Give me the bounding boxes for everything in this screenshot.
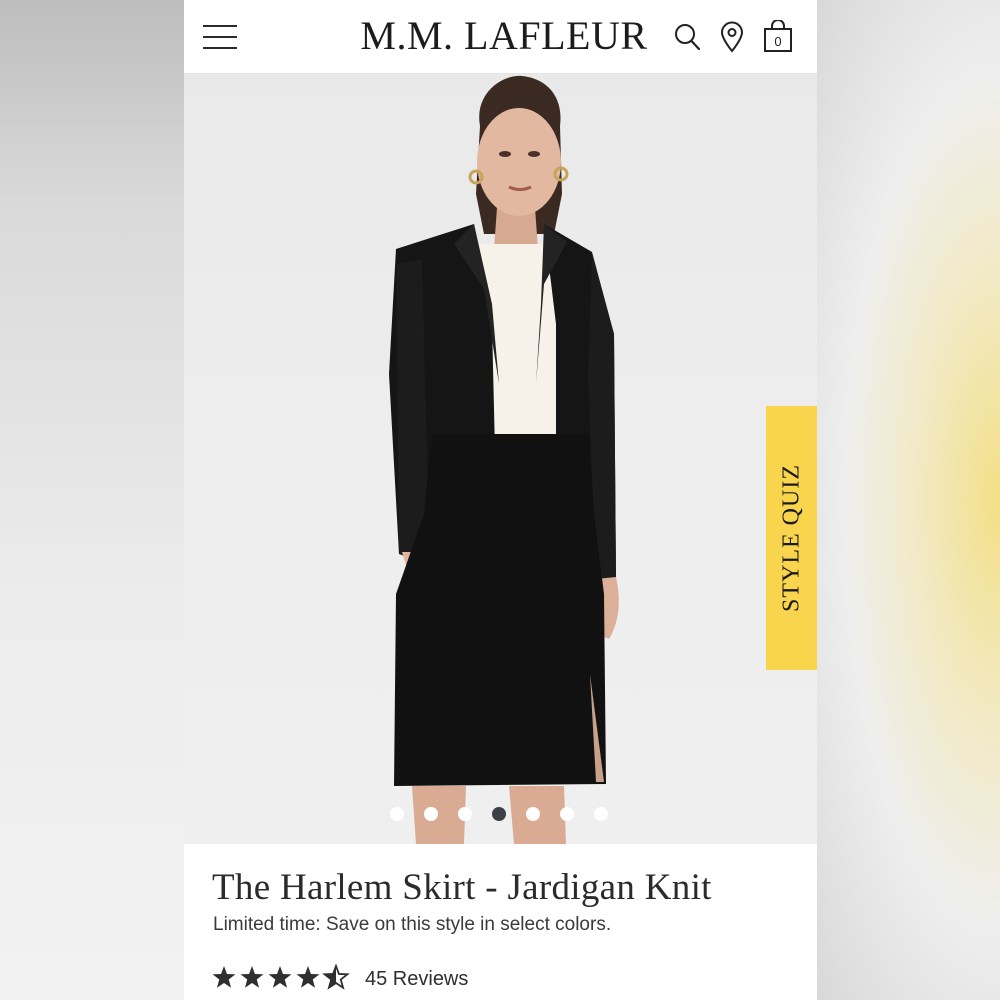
bag-count: 0 [774,34,781,49]
carousel-dot[interactable] [390,807,404,821]
product-info: The Harlem Skirt - Jardigan Knit Limited… [184,844,817,1000]
carousel-dot[interactable] [458,807,472,821]
star-full-icon [296,966,320,988]
shopping-bag-icon[interactable]: 0 [761,19,795,54]
carousel-dot[interactable] [526,807,540,821]
hamburger-menu-icon[interactable] [203,25,237,49]
star-full-icon [212,966,236,988]
product-title: The Harlem Skirt - Jardigan Knit [212,867,712,908]
carousel-dot[interactable] [492,807,506,821]
location-pin-icon[interactable] [716,20,748,54]
product-photo [389,75,619,844]
carousel-dot[interactable] [594,807,608,821]
site-header: M.M. LAFLEUR 0 [184,0,817,74]
style-quiz-button[interactable]: STYLE QUIZ [766,406,817,670]
carousel-pagination [390,807,620,823]
star-full-icon [268,966,292,988]
background-right [817,0,1000,1000]
search-icon[interactable] [672,20,704,54]
carousel-dot[interactable] [560,807,574,821]
product-image-carousel[interactable] [184,74,817,844]
reviews-link[interactable]: 45 Reviews [365,968,468,991]
promo-text: Limited time: Save on this style in sele… [213,914,612,935]
background-left [0,0,184,1000]
style-quiz-label: STYLE QUIZ [778,464,804,612]
star-rating[interactable] [212,963,352,992]
carousel-dot[interactable] [424,807,438,821]
brand-logo[interactable]: M.M. LAFLEUR [354,12,654,60]
mobile-screen: M.M. LAFLEUR 0 STYLE QUIZ The Harlem Ski… [184,0,817,1000]
star-full-icon [240,966,264,988]
